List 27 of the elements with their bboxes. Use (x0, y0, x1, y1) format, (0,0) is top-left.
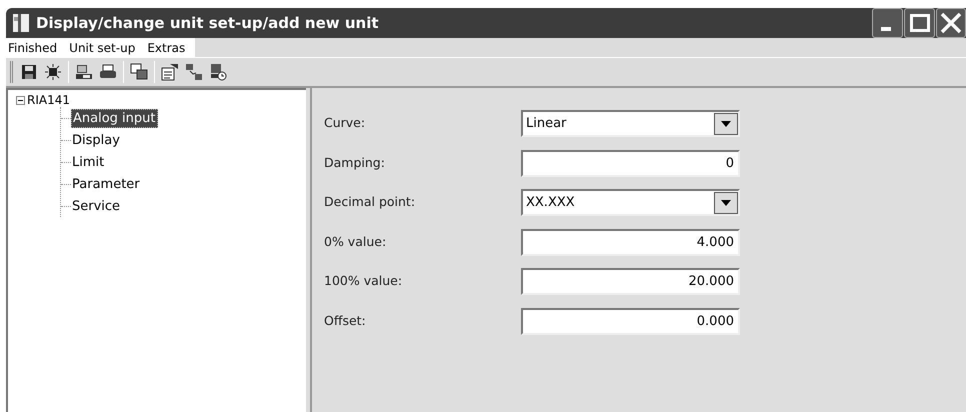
tree-item[interactable]: Parameter (71, 176, 141, 192)
collapse-icon[interactable] (16, 96, 25, 104)
dropdown[interactable]: Linear (521, 110, 740, 138)
maximize-button[interactable] (904, 8, 935, 38)
dropdown[interactable]: XX.XXX (521, 189, 740, 216)
tree-item[interactable]: RIA141 (27, 93, 70, 107)
input-field[interactable]: 0 (521, 150, 740, 177)
field-label: 0% value: (324, 232, 388, 251)
tree-item[interactable]: Analog input (71, 108, 158, 128)
window-title: Display/change unit set-up/add new unit (36, 12, 379, 34)
field-label: Offset: (324, 312, 367, 330)
field-label: Decimal point: (324, 193, 416, 212)
app-icon (12, 13, 30, 33)
input-field[interactable]: 4.000 (521, 228, 740, 256)
field-label: 100% value: (324, 272, 404, 290)
input-field[interactable]: 20.000 (521, 268, 740, 296)
menu-item[interactable]: Finished (8, 38, 58, 56)
menu-item[interactable]: Extras (147, 38, 186, 56)
tree-item[interactable]: Display (71, 132, 121, 148)
tree-item[interactable]: Service (71, 198, 122, 214)
field-label: Damping: (324, 154, 386, 172)
tree-item[interactable]: Limit (71, 154, 106, 170)
input-field[interactable]: 0.000 (521, 308, 740, 335)
menu-item[interactable]: Unit set-up (69, 38, 136, 56)
field-label: Curve: (324, 114, 366, 132)
close-button[interactable] (936, 8, 966, 38)
minimize-button[interactable] (872, 8, 903, 38)
